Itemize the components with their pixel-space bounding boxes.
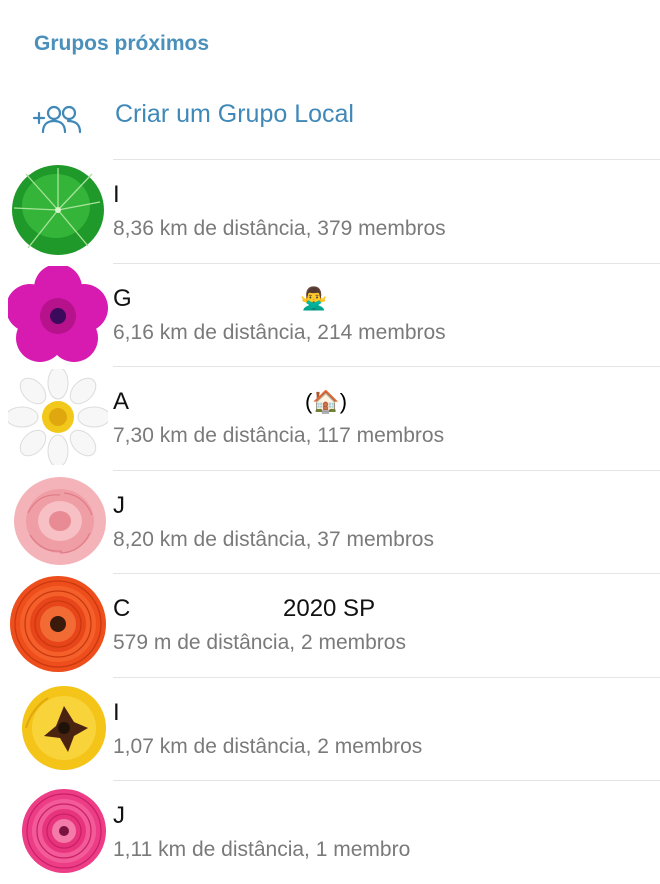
list-item[interactable]: C 2020 SP 579 m de distância, 2 membros bbox=[0, 573, 660, 677]
group-name: I bbox=[113, 181, 120, 208]
group-name: G bbox=[113, 284, 132, 312]
group-name-suffix: 2020 SP bbox=[283, 595, 376, 622]
section-title: Grupos próximos bbox=[34, 32, 210, 55]
group-distance-members: 8,20 km de distância, 37 membros bbox=[113, 527, 434, 551]
nearby-groups-list: I 8,36 km de distância, 379 membros G 🙅‍… bbox=[0, 159, 660, 884]
group-distance-members: 1,07 km de distância, 2 membros bbox=[113, 734, 423, 758]
group-distance-members: 8,36 km de distância, 379 membros bbox=[113, 217, 446, 240]
create-local-group-button[interactable]: Criar um Grupo Local bbox=[0, 86, 660, 146]
avatar bbox=[8, 576, 108, 672]
divider bbox=[113, 469, 660, 471]
avatar bbox=[8, 162, 108, 258]
avatar bbox=[8, 473, 108, 569]
divider bbox=[113, 159, 660, 160]
divider bbox=[113, 676, 660, 678]
divider bbox=[113, 262, 660, 264]
group-name: I bbox=[113, 698, 120, 726]
group-name: J bbox=[113, 491, 125, 519]
list-item[interactable]: J 8,20 km de distância, 37 membros bbox=[0, 469, 660, 574]
list-item[interactable]: A (🏠) 7,30 km de distância, 117 membros bbox=[0, 366, 660, 470]
group-name: A bbox=[113, 388, 130, 415]
list-item[interactable]: I 8,36 km de distância, 379 membros bbox=[0, 159, 660, 263]
group-name-emoji: 🙅‍♂️ bbox=[300, 285, 328, 311]
group-distance-members: 7,30 km de distância, 117 membros bbox=[113, 424, 445, 447]
group-name: J bbox=[113, 802, 125, 829]
list-item[interactable]: J 1,11 km de distância, 1 membro bbox=[0, 780, 660, 884]
list-item[interactable]: G 🙅‍♂️ 6,16 km de distância, 214 membros bbox=[0, 262, 660, 367]
group-distance-members: 6,16 km de distância, 214 membros bbox=[113, 320, 446, 344]
divider bbox=[113, 573, 660, 574]
group-name-emoji: (🏠) bbox=[305, 389, 348, 414]
group-distance-members: 1,11 km de distância, 1 membro bbox=[113, 838, 411, 861]
avatar bbox=[8, 369, 108, 465]
add-group-icon bbox=[32, 102, 84, 136]
list-item[interactable]: I 1,07 km de distância, 2 membros bbox=[0, 676, 660, 781]
divider bbox=[113, 366, 660, 367]
group-distance-members: 579 m de distância, 2 membros bbox=[113, 631, 406, 654]
divider bbox=[113, 780, 660, 781]
group-name: C bbox=[113, 595, 131, 622]
avatar bbox=[8, 680, 108, 776]
create-local-group-label: Criar um Grupo Local bbox=[115, 100, 354, 128]
avatar bbox=[8, 783, 108, 879]
avatar bbox=[8, 265, 108, 362]
